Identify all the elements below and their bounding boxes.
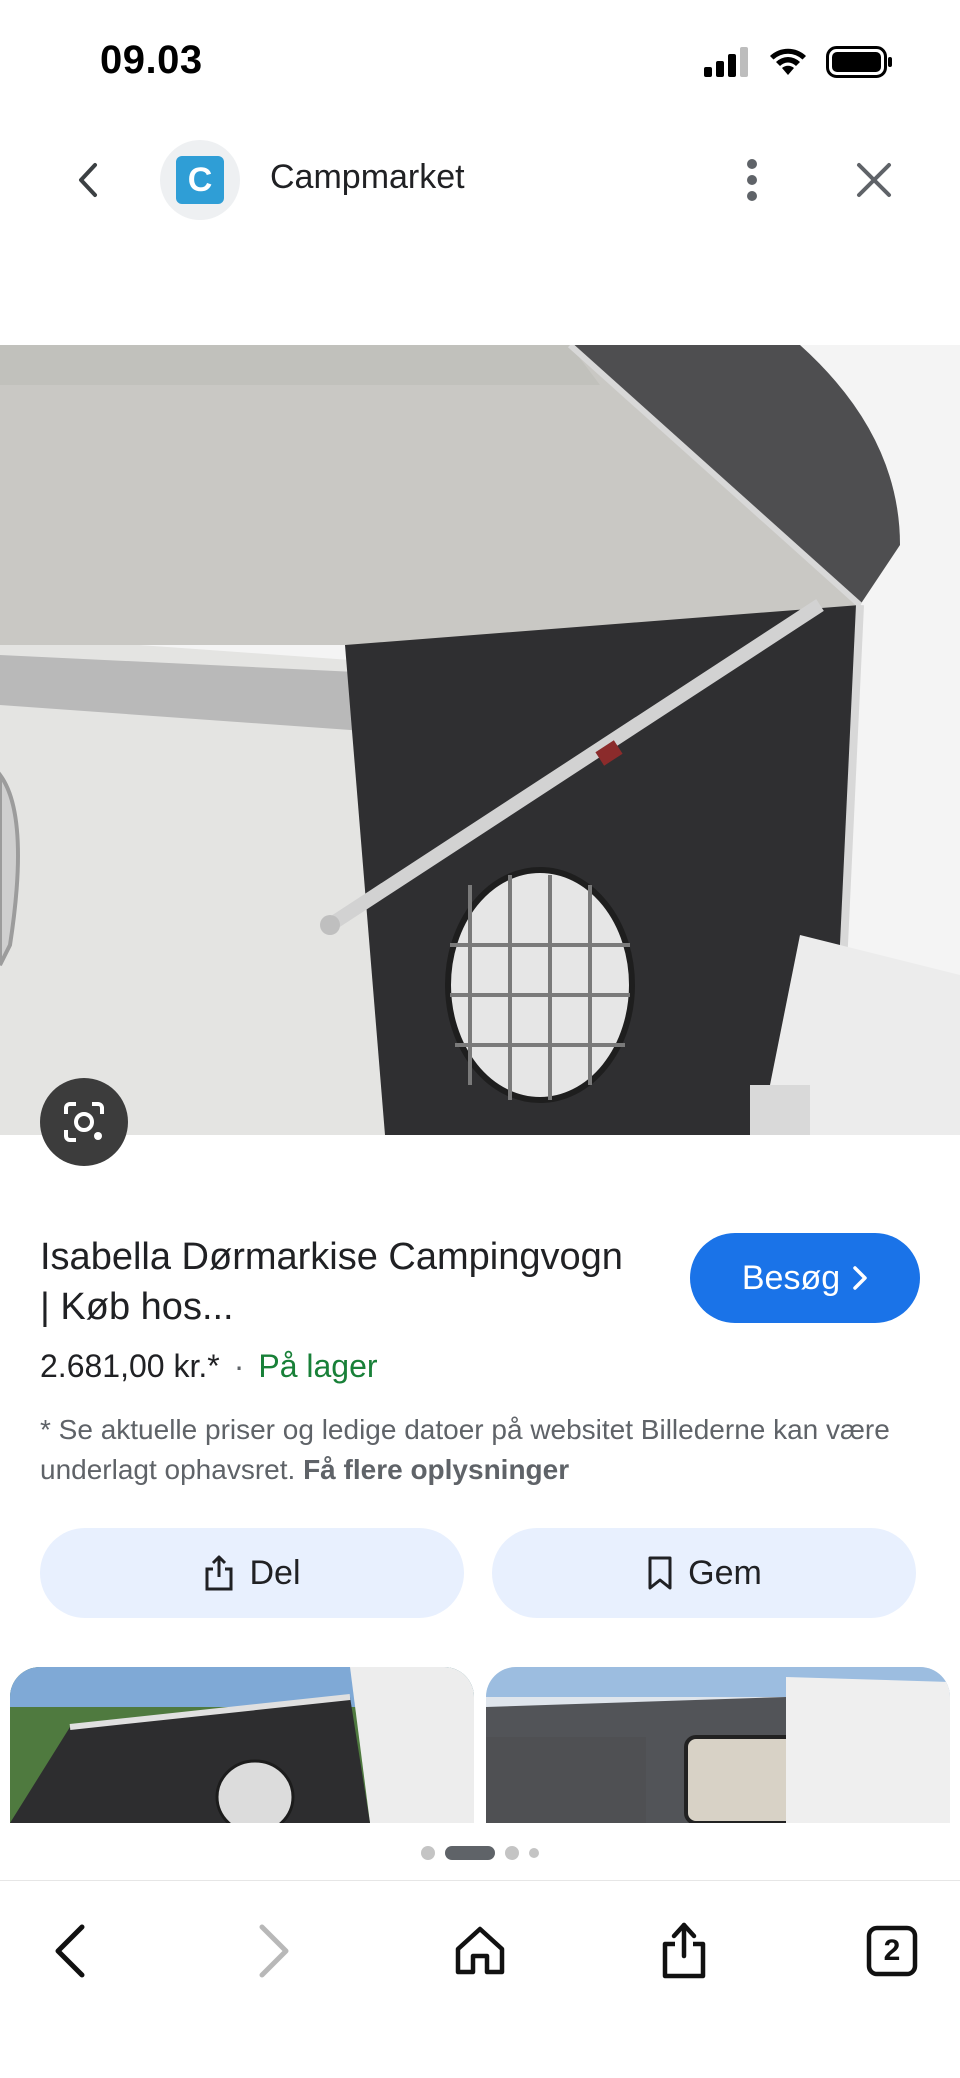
related-image-2[interactable] [486, 1667, 950, 1823]
close-button[interactable] [846, 152, 902, 208]
share-label: Del [249, 1553, 301, 1592]
home-icon [455, 1926, 505, 1975]
stock-status: På lager [258, 1348, 378, 1384]
tab-count: 2 [883, 1934, 901, 1967]
price-separator: · [233, 1348, 245, 1384]
related-photo-1 [10, 1667, 474, 1823]
product-title[interactable]: Isabella Dørmarkise Campingvogn | Køb ho… [40, 1232, 640, 1332]
share-icon [662, 1922, 706, 1979]
disclaimer: * Se aktuelle priser og ledige datoer på… [40, 1410, 920, 1490]
pager-dot[interactable] [421, 1846, 435, 1860]
image-pager [0, 1846, 960, 1860]
price: 2.681,00 kr.* [40, 1348, 220, 1384]
site-name[interactable]: Campmarket [270, 158, 465, 197]
site-logo[interactable]: C [160, 140, 240, 220]
status-bar: 09.03 [0, 0, 960, 120]
arrow-forward-icon [259, 1924, 289, 1978]
product-image[interactable] [0, 345, 960, 1135]
pager-dot[interactable] [505, 1846, 519, 1860]
arrow-back-icon [55, 1924, 85, 1978]
nav-forward-button[interactable] [238, 1915, 310, 1987]
viewer-header: C Campmarket [0, 130, 960, 230]
nav-home-button[interactable] [444, 1915, 516, 1987]
awning-photo [0, 345, 960, 1135]
save-label: Gem [688, 1553, 762, 1592]
bookmark-icon [648, 1556, 672, 1590]
close-icon [857, 163, 891, 197]
wifi-icon [770, 48, 806, 75]
more-options-button[interactable] [730, 150, 774, 210]
share-icon [205, 1555, 233, 1591]
pager-dot-active[interactable] [445, 1846, 495, 1860]
browser-toolbar: 2 [0, 1880, 960, 2078]
price-row: 2.681,00 kr.* · På lager [40, 1348, 378, 1385]
signal-icon [704, 47, 748, 77]
status-icons [704, 46, 894, 78]
nav-tabs-button[interactable]: 2 [856, 1915, 928, 1987]
share-button[interactable]: Del [40, 1528, 464, 1618]
back-button[interactable] [60, 152, 116, 208]
save-button[interactable]: Gem [492, 1528, 916, 1618]
visit-button-label: Besøg [741, 1258, 841, 1297]
more-info-link[interactable]: Få flere oplysninger [303, 1454, 569, 1485]
visit-button[interactable]: Besøg [690, 1233, 920, 1323]
more-vert-icon [747, 159, 757, 201]
status-time: 09.03 [100, 38, 203, 82]
battery-icon [826, 46, 892, 78]
pager-dot[interactable] [529, 1848, 539, 1858]
chevron-left-icon [79, 163, 97, 197]
nav-back-button[interactable] [34, 1915, 106, 1987]
related-image-1[interactable] [10, 1667, 474, 1823]
chevron-right-icon [853, 1266, 867, 1290]
visual-search-button[interactable] [40, 1078, 128, 1166]
lens-icon [64, 1102, 104, 1142]
nav-share-button[interactable] [648, 1915, 720, 1987]
related-photo-2 [486, 1667, 950, 1823]
site-logo-letter: C [176, 156, 224, 204]
